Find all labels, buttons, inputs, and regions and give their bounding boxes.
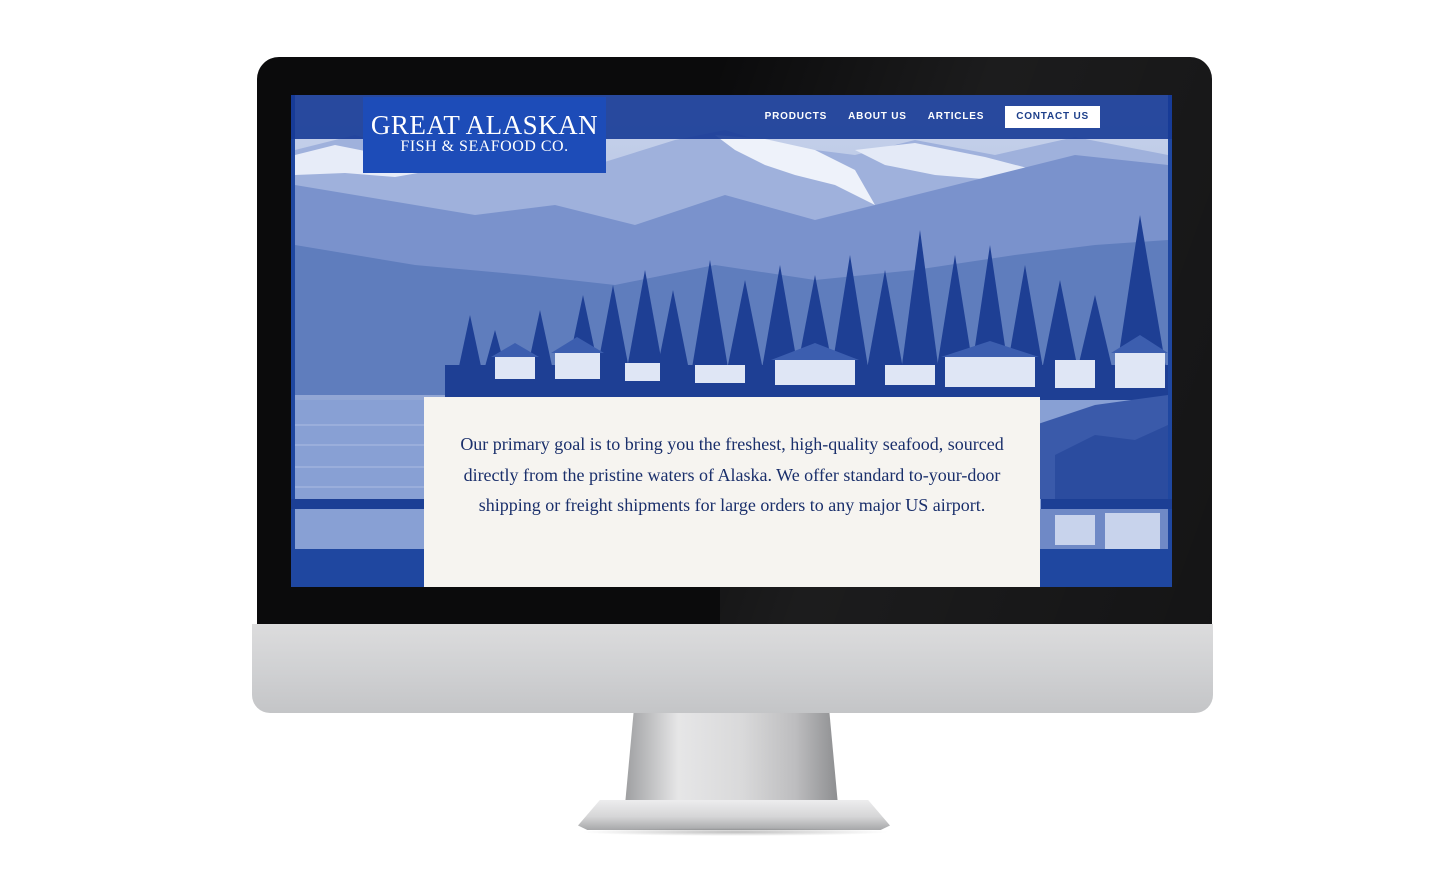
intro-text: Our primary goal is to bring you the fre… (460, 434, 1004, 515)
monitor-stand-foot (578, 800, 890, 830)
site-logo[interactable]: GREAT ALASKAN FISH & SEAFOOD CO. (363, 97, 606, 173)
main-nav: PRODUCTS ABOUT US ARTICLES CONTACT US (744, 106, 1100, 128)
nav-link-about-us[interactable]: ABOUT US (848, 106, 907, 128)
nav-link-articles[interactable]: ARTICLES (928, 106, 984, 128)
nav-link-products[interactable]: PRODUCTS (765, 106, 828, 128)
hero-band-right (1041, 499, 1172, 509)
stand-shadow (580, 828, 890, 836)
monitor-chin (252, 624, 1213, 713)
monitor-screen: PRODUCTS ABOUT US ARTICLES CONTACT US GR… (291, 95, 1172, 587)
hero-band-left (291, 499, 424, 509)
intro-card: Our primary goal is to bring you the fre… (424, 397, 1040, 587)
logo-title: GREAT ALASKAN (370, 110, 599, 140)
monitor-stand-neck (625, 713, 838, 805)
contact-us-button[interactable]: CONTACT US (1005, 106, 1100, 128)
logo-subtitle: FISH & SEAFOOD CO. (400, 138, 569, 155)
